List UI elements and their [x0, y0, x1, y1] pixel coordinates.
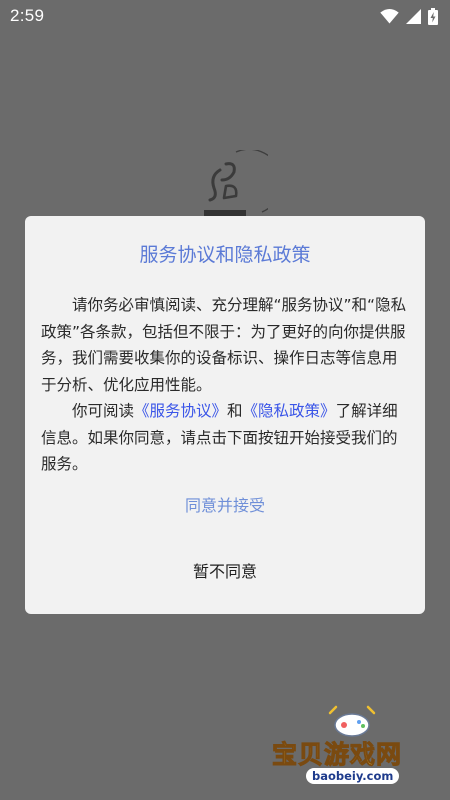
status-bar: 2:59 [0, 0, 450, 32]
paragraph-2-and: 和 [227, 402, 243, 420]
paragraph-2-prefix: 你可阅读 [72, 402, 135, 420]
dialog-paragraph-1: 请你务必审慎阅读、充分理解“服务协议”和“隐私政策”各条款，包括但不限于：为了更… [41, 296, 407, 394]
service-agreement-link[interactable]: 《服务协议》 [134, 402, 227, 420]
dialog-title: 服务协议和隐私政策 [139, 244, 311, 266]
privacy-policy-link[interactable]: 《隐私政策》 [243, 402, 336, 420]
status-icons [380, 7, 438, 25]
app-logo-icon [196, 148, 283, 220]
battery-charging-icon [428, 7, 438, 25]
dialog-paragraph-2: 你可阅读《服务协议》和《隐私政策》了解详细信息。如果你同意，请点击下面按钮开始接… [41, 398, 409, 478]
signal-icon [406, 8, 421, 24]
agree-button[interactable]: 同意并接受 [25, 486, 425, 526]
watermark: 宝贝游戏网 baobeiy.com [266, 705, 426, 795]
status-time: 2:59 [10, 6, 45, 25]
privacy-dialog: 服务协议和隐私政策 请你务必审慎阅读、充分理解“服务协议”和“隐私政策”各条款，… [25, 216, 425, 614]
disagree-button[interactable]: 暂不同意 [25, 552, 425, 592]
dialog-body: 请你务必审慎阅读、充分理解“服务协议”和“隐私政策”各条款，包括但不限于：为了更… [41, 292, 409, 478]
wifi-icon [380, 8, 399, 24]
watermark-brand: 宝贝游戏网 [271, 740, 403, 770]
watermark-url: baobeiy.com [306, 768, 400, 784]
